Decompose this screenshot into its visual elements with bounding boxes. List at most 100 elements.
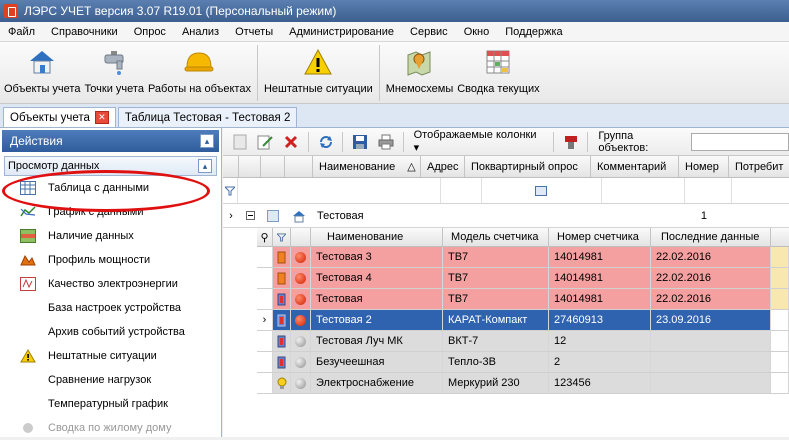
table-row[interactable]: Тестовая Луч МК ВКТ-7 12 <box>257 331 789 352</box>
section-collapse-icon[interactable]: ▴ <box>198 159 212 173</box>
toolbar-divider <box>587 131 589 152</box>
expand-icon[interactable] <box>239 211 261 220</box>
row-serial: 14014981 <box>549 247 651 267</box>
row-name: Тестовая 4 <box>311 268 443 288</box>
filter-icon[interactable] <box>223 178 239 203</box>
action-device-settings[interactable]: База настроек устройства <box>0 296 221 320</box>
action-device-events[interactable]: Архив событий устройства <box>0 320 221 344</box>
menu-poll[interactable]: Опрос <box>126 26 174 38</box>
map-pin-icon <box>402 45 436 79</box>
column-header-number[interactable]: Номер <box>679 156 729 177</box>
apartment-poll-filter[interactable] <box>482 178 602 203</box>
column-header-name[interactable]: Наименование △ <box>313 156 421 177</box>
menu-reports[interactable]: Отчеты <box>227 26 281 38</box>
new-icon[interactable] <box>229 131 251 153</box>
table-row[interactable]: Тестовая ТВ7 14014981 22.02.2016 <box>257 289 789 310</box>
menu-references[interactable]: Справочники <box>43 26 126 38</box>
columns-dropdown[interactable]: Отображаемые колонки ▾ <box>414 129 543 154</box>
row-last-data: 23.09.2016 <box>651 310 771 330</box>
nested-col-model[interactable]: Модель счетчика <box>443 228 549 246</box>
filter-row <box>223 178 789 204</box>
action-data-availability[interactable]: Наличие данных <box>0 224 221 248</box>
work-button[interactable]: Работы на объектах <box>146 42 253 102</box>
edit-icon[interactable] <box>255 131 277 153</box>
close-icon[interactable]: ✕ <box>94 111 109 124</box>
table-toolbar: Отображаемые колонки ▾ Группа объектов: <box>223 128 789 156</box>
print-icon[interactable] <box>375 131 397 153</box>
window-titlebar: ЛЭРС УЧЕТ версия 3.07 R19.01 (Персональн… <box>0 0 789 22</box>
main-toolbar: Объекты учета Точки учета Работы на объе… <box>0 42 789 104</box>
nested-col-last-data[interactable]: Последние данные <box>651 228 771 246</box>
tab-objects[interactable]: Объекты учета ✕ <box>3 107 116 127</box>
action-label: Сводка по жилому дому <box>48 422 172 434</box>
table-row[interactable]: Безучеешная Тепло-3В 2 <box>257 352 789 373</box>
lightbulb-icon <box>273 373 291 393</box>
column-header-address[interactable]: Адрес <box>421 156 465 177</box>
menu-administration[interactable]: Администрирование <box>281 26 402 38</box>
emergency-button[interactable]: Нештатные ситуации <box>262 42 375 102</box>
toolbar-divider <box>307 131 309 152</box>
collapse-icon[interactable]: ▴ <box>200 134 214 148</box>
power-profile-icon <box>20 252 36 268</box>
status-red-icon <box>291 289 311 309</box>
menu-support[interactable]: Поддержка <box>497 26 570 38</box>
table-row[interactable]: Тестовая 3 ТВ7 14014981 22.02.2016 <box>257 247 789 268</box>
table-row-selected[interactable]: › Тестовая 2 КАРАТ-Компакт 27460913 23.0… <box>257 310 789 331</box>
row-model: ТВ7 <box>443 247 549 267</box>
highlight-annotation <box>2 170 210 212</box>
toolbar-divider <box>342 131 344 152</box>
action-house-summary[interactable]: Сводка по жилому дому <box>0 416 221 440</box>
menu-service[interactable]: Сервис <box>402 26 456 38</box>
row-model: ТВ7 <box>443 289 549 309</box>
points-button[interactable]: Точки учета <box>82 42 146 102</box>
objects-button[interactable]: Объекты учета <box>2 42 82 102</box>
action-load-compare[interactable]: Сравнение нагрузок <box>0 368 221 392</box>
action-label: База настроек устройства <box>48 302 182 314</box>
action-label: Нештатные ситуации <box>48 350 157 362</box>
menu-analysis[interactable]: Анализ <box>174 26 227 38</box>
toolbar-divider <box>256 45 258 101</box>
toolbar-divider <box>552 131 554 152</box>
row-name: Тестовая 2 <box>311 310 443 330</box>
menu-file[interactable]: Файл <box>0 26 43 38</box>
row-last-data <box>651 352 771 372</box>
row-model: Меркурий 230 <box>443 373 549 393</box>
search-icon[interactable]: ⚲ <box>257 228 273 246</box>
column-header-comment[interactable]: Комментарий <box>591 156 679 177</box>
house-icon <box>25 45 59 79</box>
action-power-quality[interactable]: Качество электроэнергии <box>0 272 221 296</box>
table-row[interactable]: Тестовая 4 ТВ7 14014981 22.02.2016 <box>257 268 789 289</box>
nested-col-name[interactable]: Наименование <box>311 228 443 246</box>
action-temperature-chart[interactable]: Температурный график <box>0 392 221 416</box>
group-filter-icon[interactable] <box>560 131 582 153</box>
row-serial: 123456 <box>549 373 651 393</box>
summary-button[interactable]: Сводка текущих <box>455 42 541 102</box>
nested-col-serial[interactable]: Номер счетчика <box>549 228 651 246</box>
warning-icon <box>20 348 36 364</box>
column-header-consumer[interactable]: Потребит <box>729 156 789 177</box>
action-power-profile[interactable]: Профиль мощности <box>0 248 221 272</box>
column-header-apartment-poll[interactable]: Поквартирный опрос <box>465 156 591 177</box>
app-logo-icon <box>4 4 18 18</box>
meter-thermo-icon <box>273 289 291 309</box>
save-icon[interactable] <box>349 131 371 153</box>
row-name: Безучеешная <box>311 352 443 372</box>
tab-table[interactable]: Таблица Тестовая - Тестовая 2 <box>117 107 298 127</box>
row-model: ВКТ-7 <box>443 331 549 351</box>
refresh-icon[interactable] <box>315 131 337 153</box>
meter-thermo-icon <box>273 352 291 372</box>
row-model: Тепло-3В <box>443 352 549 372</box>
hardhat-icon <box>182 45 216 79</box>
schemes-button[interactable]: Мнемосхемы <box>384 42 456 102</box>
row-model: КАРАТ-Компакт <box>443 310 549 330</box>
group-row[interactable]: › Тестовая 1 <box>223 204 789 228</box>
row-last-data <box>651 373 771 393</box>
filter-icon[interactable] <box>273 228 291 246</box>
group-checkbox-icon[interactable] <box>261 209 285 222</box>
table-row[interactable]: Электроснабжение Меркурий 230 123456 <box>257 373 789 394</box>
group-input[interactable] <box>690 132 789 151</box>
summary-button-label: Сводка текущих <box>457 83 540 95</box>
delete-icon[interactable] <box>280 131 302 153</box>
action-emergency[interactable]: Нештатные ситуации <box>0 344 221 368</box>
menu-window[interactable]: Окно <box>456 26 498 38</box>
